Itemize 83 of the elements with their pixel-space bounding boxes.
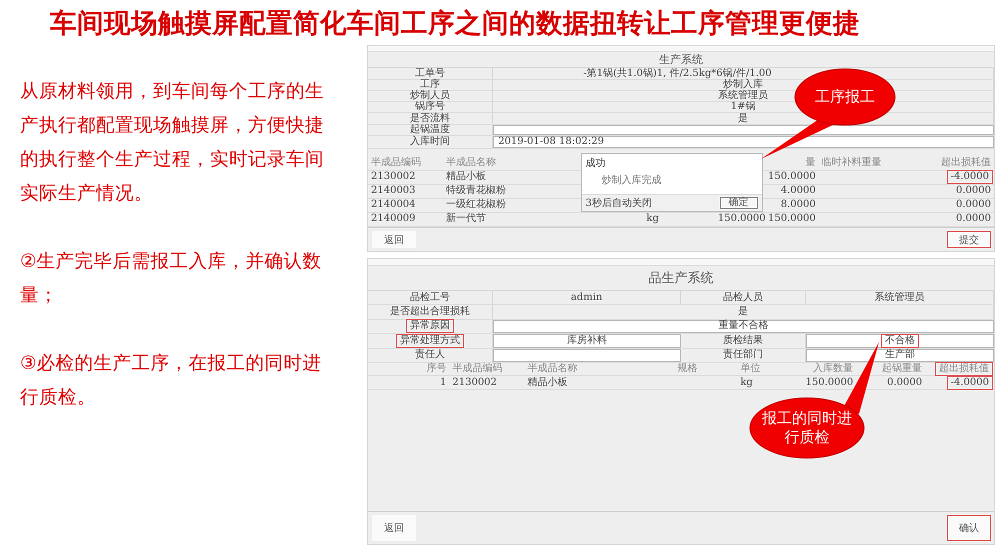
table-cell: 4.0000 bbox=[780, 186, 816, 196]
column-header: 规格 bbox=[678, 364, 698, 374]
table-cell: 150.0000 bbox=[768, 214, 816, 224]
column-header: 起锅重量 bbox=[882, 364, 922, 374]
field-value: 炒制入库 bbox=[723, 80, 764, 90]
dialog-message: 炒制入库完成 bbox=[600, 174, 662, 187]
action-button[interactable]: 提交 bbox=[947, 230, 991, 248]
field-value: admin bbox=[570, 292, 602, 303]
table-cell: 新一代节 bbox=[446, 214, 486, 224]
field-label: 是否流料 bbox=[410, 114, 450, 124]
input-field[interactable]: 2019-01-08 18:02:29 bbox=[493, 136, 994, 148]
callout-text: 报工的同时进行质检 bbox=[761, 409, 853, 447]
table-cell: 0.0000 bbox=[956, 200, 991, 210]
select-field[interactable]: 不合格 bbox=[806, 334, 994, 348]
table-cell: kg bbox=[646, 214, 659, 224]
table-cell: -4.0000 bbox=[948, 378, 991, 388]
table-cell: 150.0000 bbox=[768, 172, 816, 182]
field-label: 入库时间 bbox=[410, 136, 450, 147]
callout-text: 工序报工 bbox=[814, 88, 876, 106]
note-paragraph: ②生产完毕后需报工入库，并确认数量； bbox=[20, 250, 323, 308]
column-header: 临时补料重量 bbox=[822, 158, 882, 168]
field-value: -第1锅(共1.0锅)1, 件/2.5kg*6锅/件/1.00 bbox=[583, 68, 772, 79]
select-field[interactable]: 库房补料 bbox=[493, 334, 681, 348]
column-header: 超出损耗值 bbox=[940, 158, 991, 168]
table-cell: 0.0000 bbox=[956, 186, 991, 196]
ok-button[interactable]: 确定 bbox=[720, 197, 758, 209]
field-label: 锅序号 bbox=[415, 102, 446, 112]
field-value: 系统管理员 bbox=[874, 292, 925, 303]
table-cell: 精品小板 bbox=[527, 378, 568, 388]
select-field[interactable]: 生产部 bbox=[806, 348, 994, 362]
column-header: 半成品编码 bbox=[452, 364, 502, 374]
field-label: 责任人 bbox=[415, 350, 446, 360]
field-label: 异常处理方式 bbox=[398, 336, 462, 346]
action-button[interactable]: 返回 bbox=[372, 230, 416, 248]
countdown-text: 3秒后自动关闭 bbox=[586, 196, 652, 210]
column-header: 入库数量 bbox=[813, 364, 854, 374]
table-cell: 150.0000 bbox=[806, 378, 854, 388]
field-label: 质检结果 bbox=[723, 336, 764, 346]
system-title: 生产系统 bbox=[659, 52, 703, 68]
column-header: 半成品名称 bbox=[527, 364, 578, 374]
table-cell: 2140009 bbox=[371, 214, 416, 224]
table-cell: 特级青花椒粉 bbox=[446, 186, 506, 196]
table-cell: 2140004 bbox=[371, 200, 416, 210]
column-header: 序号 bbox=[426, 364, 446, 374]
table-cell: 1 bbox=[440, 378, 446, 388]
column-header: 单位 bbox=[740, 364, 760, 374]
table-cell: 一级红花椒粉 bbox=[446, 200, 506, 210]
table-cell: 0.0000 bbox=[887, 378, 922, 388]
field-label: 是否超出合理损耗 bbox=[390, 307, 470, 318]
column-header: 超出损耗值 bbox=[936, 364, 991, 374]
table-cell: 150.0000 bbox=[718, 214, 766, 224]
note-paragraph: 从原材料领用，到车间每个工序的生产执行都配置现场触摸屏，方便快捷的执行整个生产过程，实时记录车间实际生产情况。 bbox=[20, 80, 325, 206]
column-header: 半成品编码 bbox=[371, 158, 421, 168]
select-field[interactable] bbox=[493, 348, 681, 362]
field-label: 炒制人员 bbox=[410, 91, 450, 102]
field-label: 品检人员 bbox=[723, 292, 764, 303]
field-value: 系统管理员 bbox=[718, 91, 768, 102]
field-value: 是 bbox=[738, 114, 748, 124]
system-title: 品生产系统 bbox=[648, 270, 714, 287]
table-cell: 2140003 bbox=[371, 186, 416, 196]
table-cell: 0.0000 bbox=[956, 214, 991, 224]
note-paragraph: ③必检的生产工序，在报工的同时进行质检。 bbox=[20, 352, 323, 410]
field-label: 责任部门 bbox=[723, 350, 764, 360]
field-value: 是 bbox=[738, 307, 748, 318]
table-cell: 精品小板 bbox=[446, 172, 486, 182]
select-field[interactable]: 重量不合格 bbox=[493, 320, 994, 334]
field-value: 1#锅 bbox=[730, 102, 756, 112]
field-label: 工单号 bbox=[415, 68, 446, 79]
column-header: 量 bbox=[806, 158, 816, 168]
dialog-title: 成功 bbox=[584, 156, 607, 171]
table-cell: 2130002 bbox=[452, 378, 497, 388]
field-label: 异常原因 bbox=[408, 321, 452, 332]
table-cell: kg bbox=[740, 378, 753, 388]
table-cell: 8.0000 bbox=[780, 200, 816, 210]
action-button[interactable]: 确认 bbox=[947, 515, 991, 541]
field-label: 品检工号 bbox=[410, 292, 450, 303]
field-label: 起锅温度 bbox=[410, 124, 450, 135]
slide-title: 车间现场触摸屏配置简化车间工序之间的数据扭转让工序管理更便捷 bbox=[50, 6, 860, 40]
column-header: 半成品名称 bbox=[446, 158, 496, 168]
field-label: 工序 bbox=[420, 80, 440, 90]
table-cell: 2130002 bbox=[371, 172, 416, 182]
action-button[interactable]: 返回 bbox=[372, 515, 416, 541]
table-cell: -4.0000 bbox=[948, 172, 991, 182]
